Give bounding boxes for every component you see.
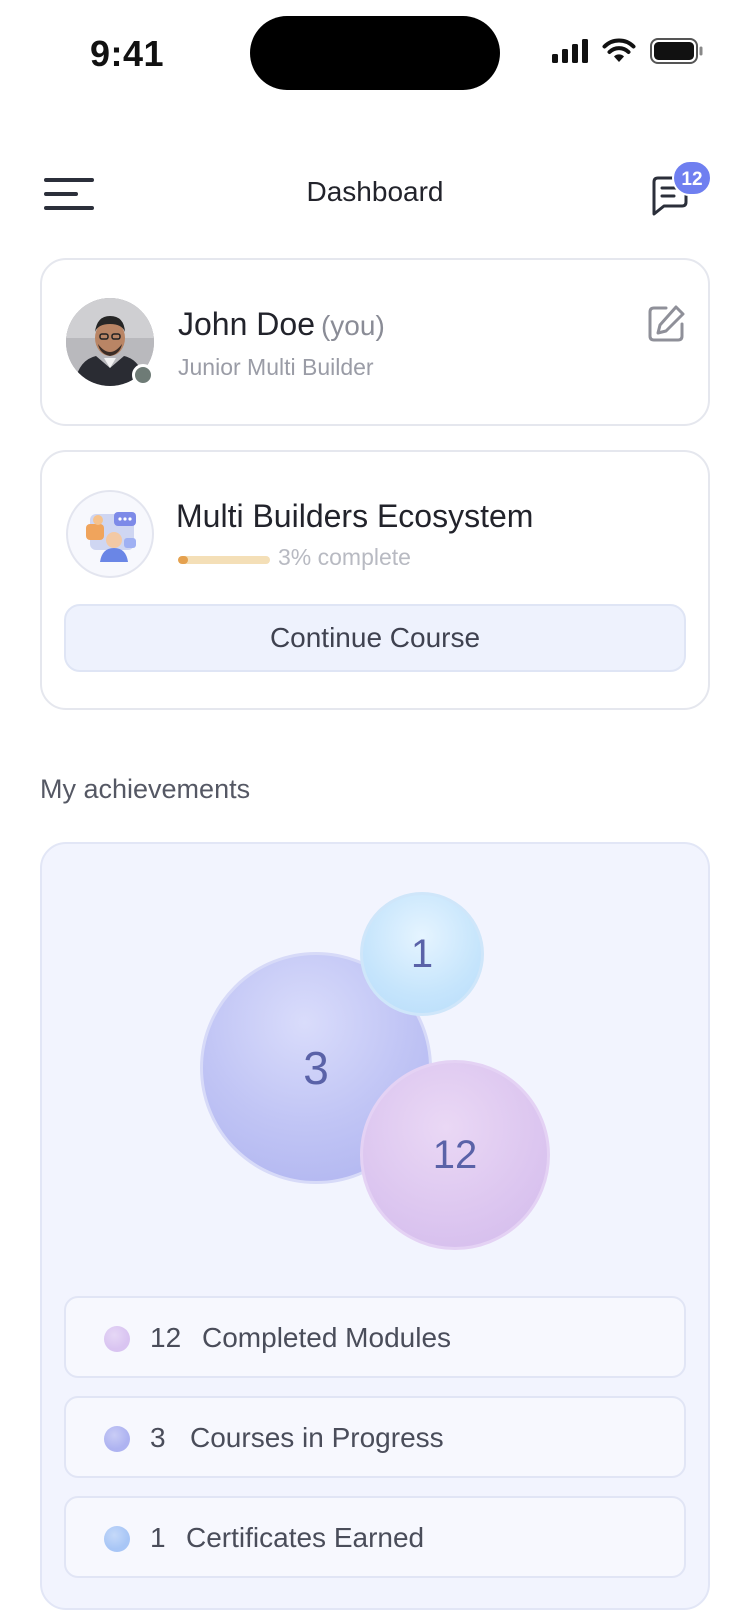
course-thumbnail xyxy=(66,490,154,578)
course-progress-bar xyxy=(178,556,270,564)
course-progress-fill xyxy=(178,556,188,564)
app-header: Dashboard 12 xyxy=(0,160,750,230)
status-bar: 9:41 xyxy=(0,0,750,108)
legend-value: 3 xyxy=(150,1422,166,1453)
page-title: Dashboard xyxy=(306,176,444,207)
achievements-card: 3 1 12 12 Completed Modules 3 Courses in… xyxy=(40,842,710,1610)
legend-dot xyxy=(104,1526,130,1552)
achievements-section-title: My achievements xyxy=(40,774,251,804)
legend-item-completed-modules[interactable]: 12 Completed Modules xyxy=(64,1296,686,1378)
profile-you-tag: (you) xyxy=(320,310,385,341)
edit-profile-button[interactable] xyxy=(646,304,686,344)
online-status-dot xyxy=(132,364,154,386)
course-illustration-icon xyxy=(86,512,136,562)
profile-name: John Doe xyxy=(178,306,315,342)
legend-item-courses-in-progress[interactable]: 3 Courses in Progress xyxy=(64,1396,686,1478)
course-progress-label: 3% complete xyxy=(278,544,411,570)
course-card: Multi Builders Ecosystem 3% complete Con… xyxy=(40,450,710,710)
cellular-signal-icon xyxy=(552,39,588,63)
legend-label: Courses in Progress xyxy=(190,1422,444,1453)
status-icons xyxy=(552,38,704,64)
wifi-icon xyxy=(602,38,636,62)
battery-icon xyxy=(650,38,703,64)
legend-value: 1 xyxy=(150,1522,166,1553)
legend-item-certificates-earned[interactable]: 1 Certificates Earned xyxy=(64,1496,686,1578)
legend-label: Certificates Earned xyxy=(186,1522,425,1553)
continue-course-button[interactable]: Continue Course xyxy=(64,604,686,672)
completed-modules-bubble: 12 xyxy=(360,1060,550,1250)
profile-card: John Doe (you) Junior Multi Builder xyxy=(40,258,710,426)
certificates-earned-bubble: 1 xyxy=(360,892,484,1016)
profile-role: Junior Multi Builder xyxy=(178,354,374,380)
legend-dot xyxy=(104,1426,130,1452)
achievements-bubble-chart: 3 1 12 xyxy=(42,844,712,1264)
profile-name-line: John Doe (you) xyxy=(178,306,385,343)
notification-badge: 12 xyxy=(672,160,712,196)
dynamic-island xyxy=(250,16,500,90)
legend-dot xyxy=(104,1326,130,1352)
legend-value: 12 xyxy=(150,1322,182,1353)
legend-label: Completed Modules xyxy=(202,1322,452,1353)
edit-icon xyxy=(648,305,685,342)
course-title: Multi Builders Ecosystem xyxy=(176,498,534,534)
status-time: 9:41 xyxy=(90,33,165,74)
